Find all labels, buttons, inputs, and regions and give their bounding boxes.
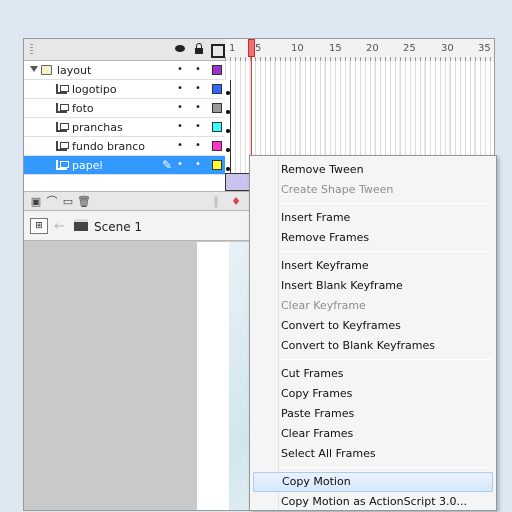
lock-icon[interactable] [193, 43, 205, 55]
visibility-dot[interactable]: • [177, 64, 183, 75]
panel-grip[interactable] [30, 44, 33, 56]
layer-row-pranchas[interactable]: pranchas • • [24, 118, 225, 137]
layer-name: logotipo [72, 83, 117, 96]
layer-icon [56, 84, 69, 94]
pencil-icon: ✎ [162, 158, 173, 172]
timeline-header: 1 5 10 15 20 25 30 35 [24, 39, 494, 61]
frame-ruler[interactable]: 1 5 10 15 20 25 30 35 [225, 39, 494, 61]
playhead[interactable] [248, 39, 255, 57]
menu-item-insert-blank-keyframe[interactable]: Insert Blank Keyframe [253, 276, 493, 296]
menu-item-convert-to-keyframes[interactable]: Convert to Keyframes [253, 316, 493, 336]
menu-item-clear-keyframe: Clear Keyframe [281, 299, 366, 312]
keyframe[interactable] [225, 80, 231, 99]
layer-name: fundo branco [72, 140, 146, 153]
lock-dot[interactable]: • [195, 64, 201, 75]
eye-icon[interactable] [174, 43, 186, 55]
menu-separator [280, 359, 492, 360]
folder-icon [41, 65, 52, 75]
menu-item-insert-frame[interactable]: Insert Frame [253, 208, 493, 228]
layer-row-papel[interactable]: papel ✎ • • [24, 156, 225, 175]
layer-icon [56, 160, 69, 170]
layer-icon [56, 141, 69, 151]
expand-triangle-icon[interactable] [30, 66, 38, 72]
edit-scene-icon[interactable]: ⊞ [30, 218, 48, 234]
visibility-dot[interactable]: • [177, 83, 183, 94]
menu-separator [280, 251, 492, 252]
menu-item-create-shape-tween: Create Shape Tween [281, 183, 394, 196]
layer-color-swatch[interactable] [212, 160, 222, 170]
back-arrow-icon[interactable]: ← [54, 219, 65, 234]
menu-item-cut-frames[interactable]: Cut Frames [253, 364, 493, 384]
menu-item-paste-frames[interactable]: Paste Frames [253, 404, 493, 424]
ruler-tick: 15 [329, 43, 342, 54]
layer-icon [56, 103, 69, 113]
ruler-tick: 35 [478, 43, 491, 54]
visibility-dot[interactable]: • [177, 159, 183, 170]
ruler-tick: 30 [441, 43, 454, 54]
layer-row-fundo-branco[interactable]: fundo branco • • [24, 137, 225, 156]
layer-color-swatch[interactable] [212, 122, 222, 132]
menu-item-copy-motion[interactable]: Copy Motion [253, 472, 493, 492]
layer-row-layout[interactable]: layout • • [24, 61, 225, 80]
delete-layer-icon[interactable]: 🗑 [77, 196, 91, 208]
menu-separator [280, 203, 492, 204]
keyframe[interactable] [225, 137, 231, 156]
ruler-tick: 10 [291, 43, 304, 54]
lock-dot[interactable]: • [195, 121, 201, 132]
menu-separator [280, 467, 492, 468]
menu-item-remove-tween[interactable]: Remove Tween [253, 160, 493, 180]
layer-color-swatch[interactable] [212, 141, 222, 151]
frame-context-menu: Remove Tween Create Shape Tween Insert F… [249, 155, 497, 511]
visibility-dot[interactable]: • [177, 121, 183, 132]
layer-name: layout [57, 64, 92, 77]
stage-area[interactable] [197, 242, 229, 510]
new-folder-icon[interactable]: ▭ [62, 196, 74, 208]
layer-list: layout • • logotipo • • foto • • prancha… [24, 61, 225, 191]
menu-item-convert-to-blank-keyframes[interactable]: Convert to Blank Keyframes [253, 336, 493, 356]
clapperboard-icon [74, 219, 88, 231]
menu-item-select-all-frames[interactable]: Select All Frames [253, 444, 493, 464]
menu-item-remove-frames[interactable]: Remove Frames [253, 228, 493, 248]
scene-label[interactable]: Scene 1 [94, 220, 142, 234]
layer-name: foto [72, 102, 94, 115]
lock-dot[interactable]: • [195, 159, 201, 170]
new-layer-icon[interactable]: ▣ [30, 196, 42, 208]
keyframe[interactable] [225, 118, 231, 137]
lock-dot[interactable]: • [195, 140, 201, 151]
menu-item-clear-frames[interactable]: Clear Frames [253, 424, 493, 444]
visibility-dot[interactable]: • [177, 102, 183, 113]
layer-color-swatch[interactable] [212, 65, 222, 75]
keyframe[interactable] [225, 99, 231, 118]
ruler-tick: 1 [229, 43, 236, 54]
playhead-marker-icon: ♦ [231, 195, 241, 208]
layer-color-swatch[interactable] [212, 103, 222, 113]
menu-item-copy-frames[interactable]: Copy Frames [253, 384, 493, 404]
ruler-tick: 5 [255, 43, 262, 54]
ruler-tick: 20 [366, 43, 379, 54]
layer-row-foto[interactable]: foto • • [24, 99, 225, 118]
menu-item-copy-motion-as-actionscript[interactable]: Copy Motion as ActionScript 3.0... [253, 492, 493, 512]
menu-item-insert-keyframe[interactable]: Insert Keyframe [253, 256, 493, 276]
lock-dot[interactable]: • [195, 102, 201, 113]
scroll-marker-icon[interactable]: ∥ [210, 196, 222, 208]
layer-name: pranchas [72, 121, 123, 134]
outline-icon[interactable] [210, 43, 225, 58]
layer-row-logotipo[interactable]: logotipo • • [24, 80, 225, 99]
ruler-tick: 25 [403, 43, 416, 54]
motion-guide-icon[interactable]: ⌒ [46, 196, 58, 208]
layer-color-swatch[interactable] [212, 84, 222, 94]
lock-dot[interactable]: • [195, 83, 201, 94]
layer-name: papel [72, 159, 103, 172]
layer-icon [56, 122, 69, 132]
visibility-dot[interactable]: • [177, 140, 183, 151]
